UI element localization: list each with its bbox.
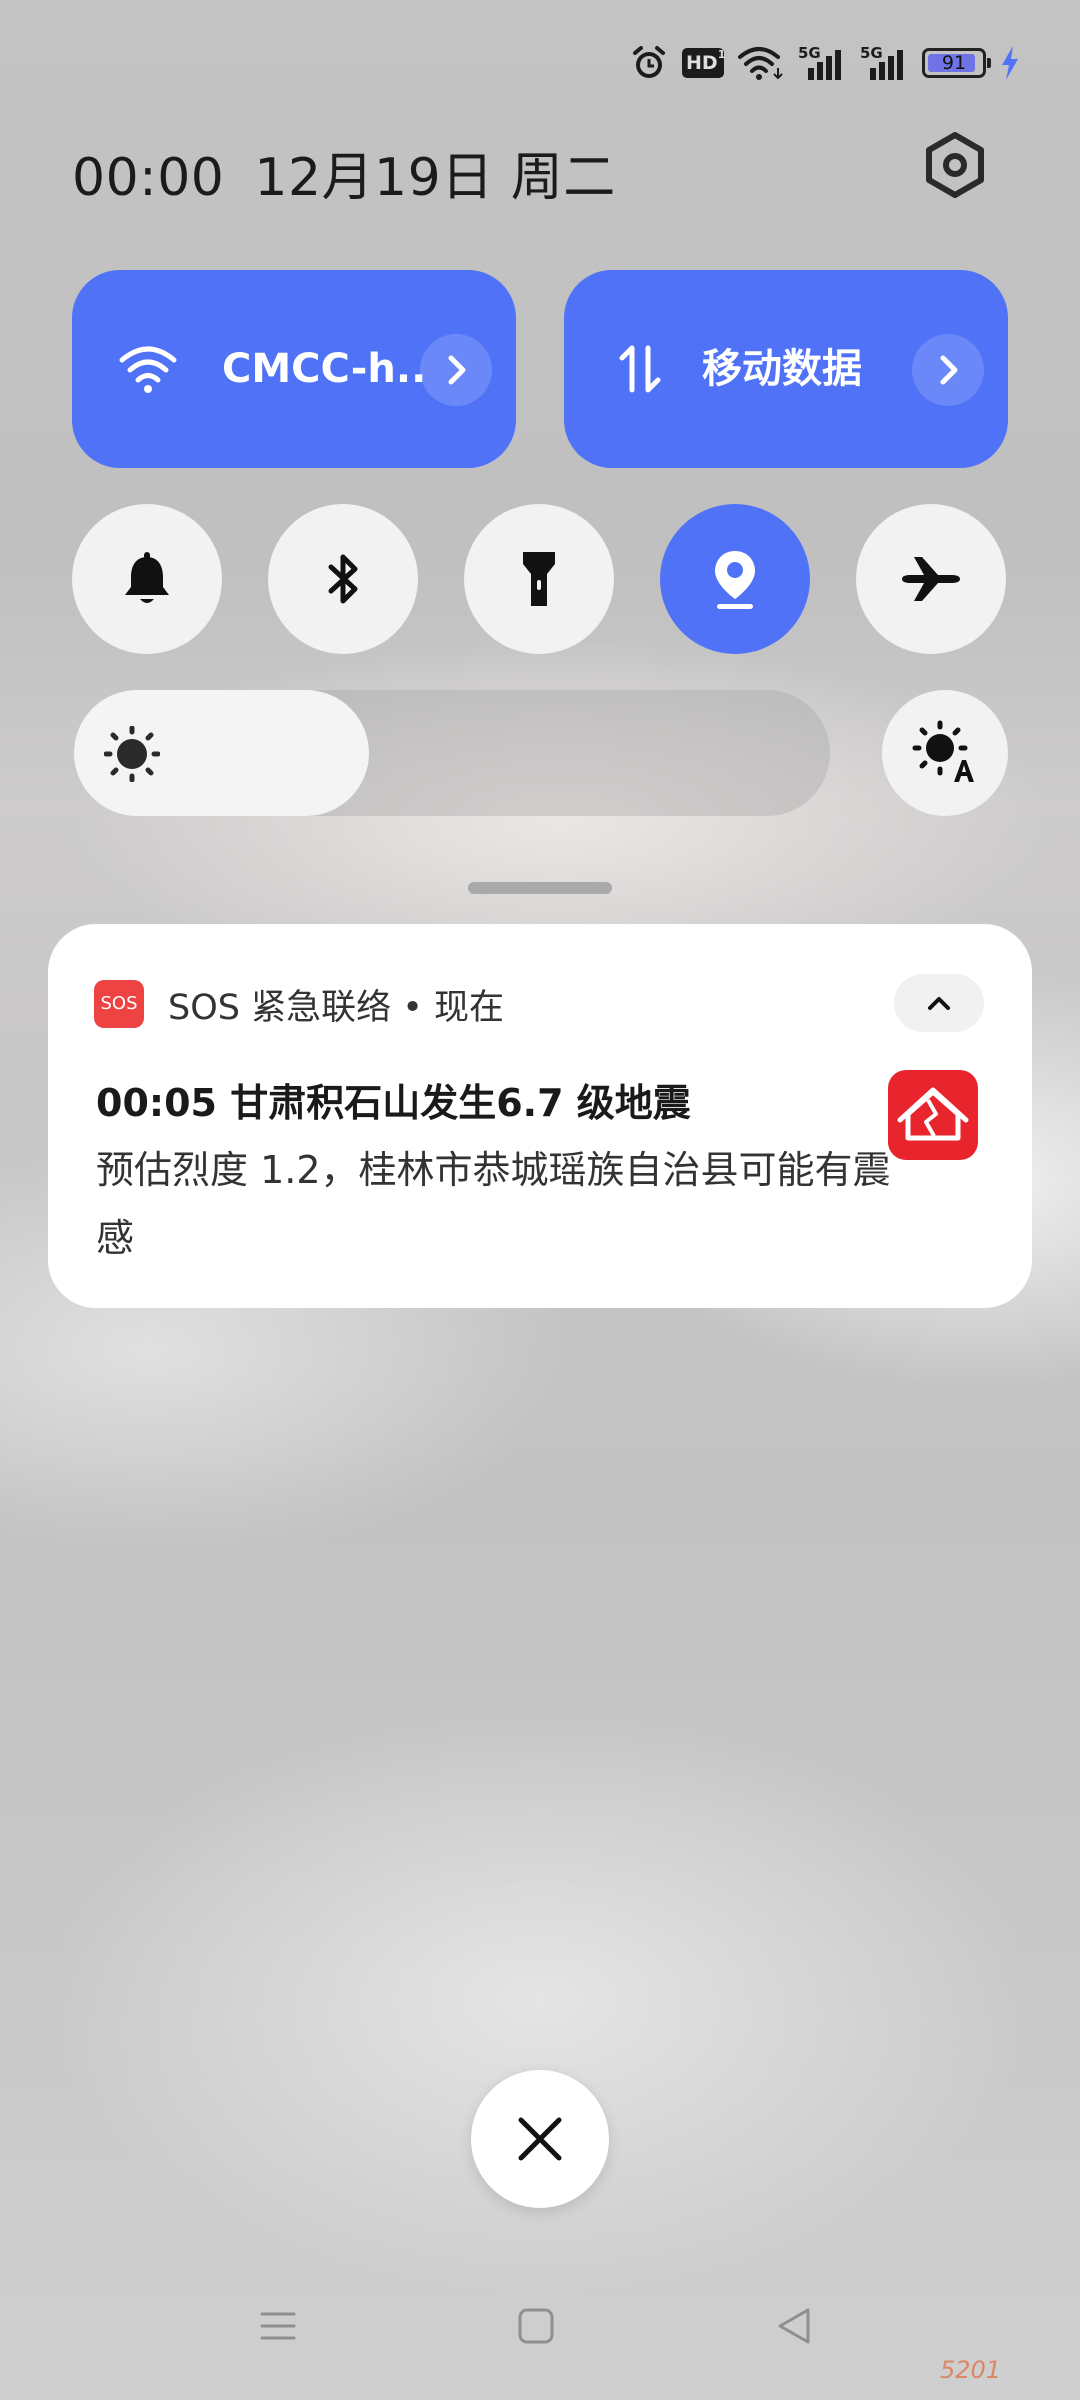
- notification-title: 00:05 甘肃积石山发生6.7 级地震: [96, 1081, 691, 1125]
- battery-icon: 91: [922, 48, 991, 78]
- sos-notification-card[interactable]: SOS SOS 紧急联络 • 现在 00:05 甘肃积石山发生6.7 级地震 预…: [48, 924, 1032, 1308]
- sim1-label: 5G: [798, 44, 821, 62]
- bell-icon: [125, 552, 169, 603]
- airplane-mode-toggle[interactable]: [856, 504, 1006, 654]
- location-toggle[interactable]: [660, 504, 810, 654]
- notification-app-name: SOS 紧急联络 • 现在: [168, 988, 505, 1028]
- chevron-right-icon: [940, 355, 958, 385]
- wifi-tile[interactable]: CMCC-h..: [72, 270, 516, 468]
- watermark: 5201: [940, 2356, 1002, 2384]
- flashlight-toggle[interactable]: [464, 504, 614, 654]
- airplane-icon: [902, 557, 960, 601]
- wifi-icon: [738, 47, 783, 80]
- mobile-data-details-button[interactable]: [912, 334, 984, 406]
- wifi-tile-label: CMCC-h..: [222, 346, 427, 392]
- back-icon[interactable]: [774, 2306, 814, 2346]
- auto-brightness-button[interactable]: [882, 690, 1008, 816]
- 5g-signal-icon: 5G: [860, 44, 908, 82]
- mobile-data-label: 移动数据: [702, 346, 862, 392]
- chevron-right-icon: [448, 355, 466, 385]
- close-button[interactable]: [471, 2070, 609, 2208]
- notification-body: 预估烈度 1.2，桂林市恭城瑶族自治县可能有震感: [96, 1148, 891, 1260]
- clock-time: 00:00: [72, 148, 225, 208]
- date-time: 00:00 12月19日 周二: [72, 135, 646, 210]
- collapse-button[interactable]: [894, 974, 984, 1032]
- sos-app-icon: SOS: [94, 980, 144, 1028]
- mobile-data-tile[interactable]: 移动数据: [564, 270, 1008, 468]
- 5g-signal-icon: 5G: [798, 44, 846, 82]
- hd-text: HD: [686, 52, 718, 74]
- home-icon[interactable]: [516, 2306, 556, 2346]
- bluetooth-toggle[interactable]: [268, 504, 418, 654]
- battery-percent: 91: [941, 52, 967, 74]
- hd-voice-icon: HD1: [682, 48, 726, 78]
- chevron-up-icon: [928, 997, 950, 1010]
- flashlight-icon: [523, 552, 555, 606]
- brightness-slider[interactable]: [74, 690, 830, 816]
- status-bar: HD1 5G 5G 91: [630, 38, 1020, 88]
- menu-icon[interactable]: [258, 2306, 298, 2346]
- close-icon: [518, 2117, 562, 2161]
- brightness-sun-icon: [104, 726, 160, 782]
- location-icon: [715, 551, 755, 609]
- wifi-icon: [119, 346, 177, 393]
- earthquake-house-icon: [888, 1070, 978, 1160]
- sound-toggle[interactable]: [72, 504, 222, 654]
- wifi-details-button[interactable]: [420, 334, 492, 406]
- bluetooth-icon: [328, 554, 358, 604]
- drag-handle[interactable]: [468, 882, 612, 894]
- date-text: 12月19日 周二: [254, 148, 616, 208]
- data-arrows-icon: [619, 345, 661, 393]
- charging-bolt-icon: [1002, 46, 1018, 80]
- auto-brightness-icon: [912, 720, 974, 782]
- sim2-label: 5G: [860, 44, 883, 62]
- alarm-icon: [633, 46, 665, 78]
- hd-sub: 1: [717, 48, 726, 61]
- settings-gear-icon[interactable]: [920, 130, 990, 200]
